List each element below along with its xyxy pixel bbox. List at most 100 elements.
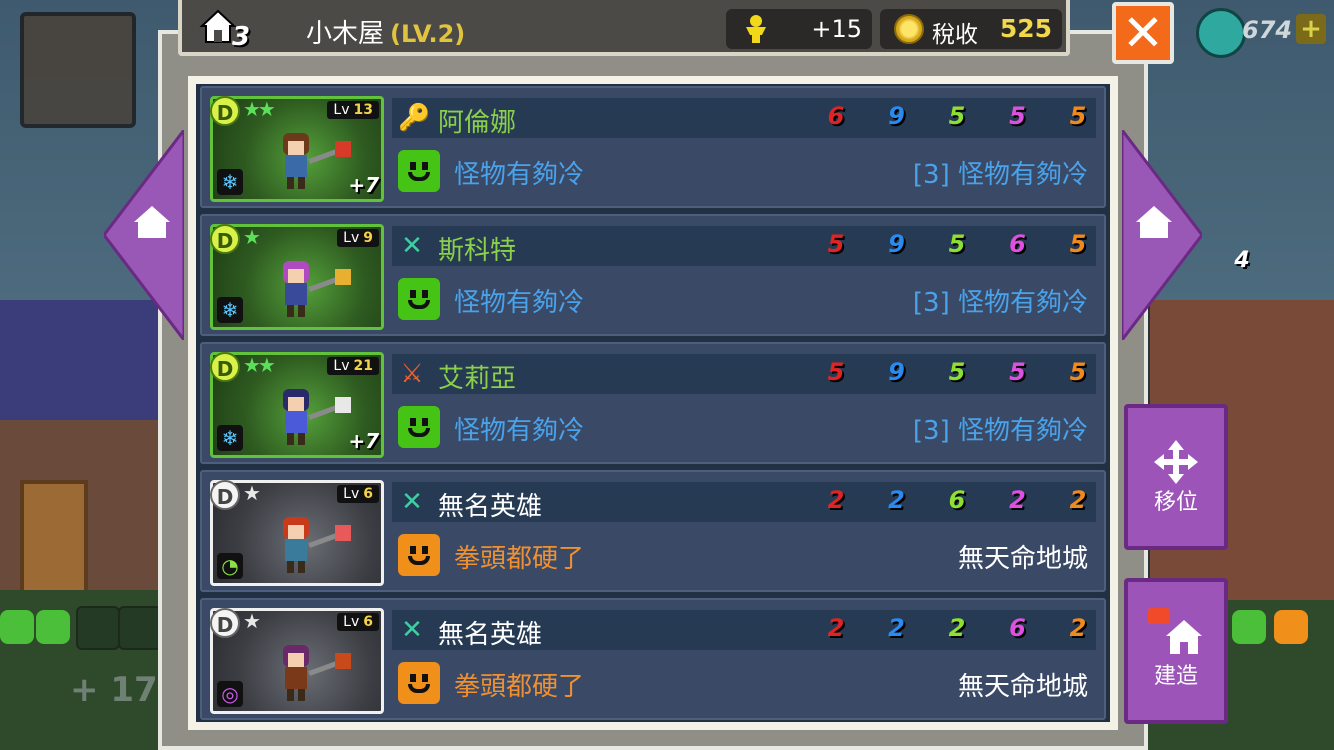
stat-value: 5 [948, 230, 966, 258]
build-label: 建造 [1153, 664, 1198, 689]
move-button[interactable]: 移位 [1124, 404, 1228, 550]
empty-slot [118, 606, 162, 650]
stat-value: 2 [948, 614, 966, 642]
stat-value: 2 [888, 614, 905, 642]
stat-value: 5 [948, 358, 966, 386]
hero-stats: 2 2 2 6 2 [822, 614, 1092, 642]
star-rating: ★ [243, 481, 261, 505]
level-badge: Lv 9 [337, 229, 379, 247]
fame-value: +15 [811, 15, 862, 43]
hero-portrait[interactable]: D ★ Lv 6 ◎ [210, 608, 384, 714]
mood-face-icon [398, 406, 440, 448]
crossed-swords-icon: ✕ [401, 487, 423, 517]
hero-row[interactable]: D ★ Lv 6 ◎ ✕ 無名英雄 22262 拳頭都硬了 無天命地城 [200, 598, 1106, 720]
sword-icon: ⚔ [400, 359, 424, 389]
level-prefix: Lv [343, 230, 360, 246]
hero-portrait[interactable]: D ★ Lv 6 ◔ [210, 480, 384, 586]
stat-value: 6 [1009, 614, 1026, 642]
hero-portrait[interactable]: D ★★ Lv 13 ❄ +7 [210, 96, 384, 202]
stat-value: 6 [1009, 230, 1026, 258]
grade-badge: D [210, 352, 240, 382]
hero-stats: 6 9 5 5 5 [822, 102, 1092, 130]
hero-status: [3] 怪物有夠冷 [912, 160, 1088, 190]
coin-icon [894, 14, 924, 44]
mood-face-icon [36, 610, 70, 644]
key-icon: 🔑 [398, 103, 431, 133]
snowflake-icon: ❄ [217, 425, 243, 451]
population-icon [1196, 8, 1246, 58]
hero-stats: 5 9 5 5 5 [822, 358, 1092, 386]
right-arrow-icon [1120, 125, 1204, 345]
stat-value: 2 [827, 614, 845, 642]
building-title: 小木屋 (LV.2) [306, 13, 465, 50]
stat-value: 5 [948, 102, 966, 130]
level-value: 9 [363, 230, 373, 246]
hero-status: [3] 怪物有夠冷 [912, 416, 1088, 446]
tax-counter: 稅收 525 [880, 9, 1062, 49]
map-frame[interactable] [20, 12, 136, 128]
next-house-button[interactable]: 4 [1120, 125, 1250, 345]
close-icon: ✕ [1122, 4, 1164, 62]
mood-face-icon [398, 662, 440, 704]
grade-badge: D [210, 96, 240, 126]
mood-face-icon [398, 534, 440, 576]
level-prefix: Lv [343, 486, 360, 502]
hero-status: 無天命地城 [957, 544, 1088, 574]
crossed-swords-icon: ✕ [401, 231, 423, 261]
crossed-swords-icon: ✕ [401, 615, 423, 645]
stat-value: 5 [827, 230, 845, 258]
hero-sprite [283, 261, 351, 317]
population-count: 674 [1242, 16, 1293, 44]
move-label: 移位 [1153, 490, 1198, 515]
mood-text: 怪物有夠冷 [454, 160, 585, 190]
house-badge: 3 [198, 6, 258, 54]
hero-name: 無名英雄 [438, 620, 543, 650]
level-value: 13 [353, 102, 373, 118]
mood-face-icon [0, 610, 34, 644]
hero-name: 無名英雄 [438, 492, 543, 522]
stat-value: 9 [888, 102, 905, 130]
house-count: 3 [232, 22, 251, 52]
stat-value: 2 [1009, 486, 1026, 514]
mood-text: 拳頭都硬了 [454, 672, 585, 702]
hero-row[interactable]: D ★ Lv 9 ❄ ✕ 斯科特 5 9 5 6 5 怪物有夠冷 [3] 怪物有夠冷 [200, 214, 1106, 336]
hero-portrait[interactable]: D ★★ Lv 21 ❄ +7 [210, 352, 384, 458]
mood-text: 拳頭都硬了 [454, 544, 585, 574]
level-prefix: Lv [343, 614, 360, 630]
star-rating: ★ [243, 225, 261, 249]
door [20, 480, 88, 598]
snowflake-icon: ❄ [217, 297, 243, 323]
stat-value: 5 [1009, 358, 1026, 386]
hero-row[interactable]: D ★★ Lv 21 ❄ +7 ⚔ 艾莉亞 59555 怪物有夠冷 [3] 怪物… [200, 342, 1106, 464]
prev-house-button[interactable]: 2 [102, 125, 232, 345]
fame-counter: +15 [726, 9, 872, 49]
empty-slot [76, 606, 120, 650]
stat-value: 9 [888, 230, 905, 258]
enhance-level: +7 [348, 173, 379, 197]
person-icon [746, 15, 766, 43]
stat-value: 9 [888, 358, 905, 386]
build-house-icon [1148, 608, 1202, 654]
stat-value: 5 [1069, 230, 1087, 258]
hero-stats: 5 9 5 6 5 [822, 230, 1092, 258]
level-prefix: Lv [333, 358, 350, 374]
star-rating: ★★ [243, 353, 276, 377]
level-prefix: Lv [333, 102, 350, 118]
stat-value: 2 [827, 486, 845, 514]
build-button[interactable]: 建造 [1124, 578, 1228, 724]
stat-value: 6 [948, 486, 966, 514]
enhance-level: +7 [348, 429, 379, 453]
move-arrows-icon [1154, 440, 1198, 484]
leaf-icon: ◔ [217, 553, 243, 579]
stat-value: 2 [1069, 486, 1087, 514]
hero-name: 斯科特 [438, 236, 517, 266]
add-population-button[interactable]: + [1296, 14, 1326, 44]
hero-row[interactable]: D ★★ Lv 13 ❄ +7 🔑 阿倫娜 69555 怪物有夠冷 [3] 怪物… [200, 86, 1106, 208]
mood-face-icon [398, 278, 440, 320]
hero-row[interactable]: D ★ Lv 6 ◔ ✕ 無名英雄 22622 拳頭都硬了 無天命地城 [200, 470, 1106, 592]
level-value: 21 [353, 358, 373, 374]
close-button[interactable]: ✕ [1112, 2, 1174, 64]
hero-stats: 2 2 6 2 2 [822, 486, 1092, 514]
hero-sprite [283, 645, 351, 701]
hero-portrait[interactable]: D ★ Lv 9 ❄ [210, 224, 384, 330]
